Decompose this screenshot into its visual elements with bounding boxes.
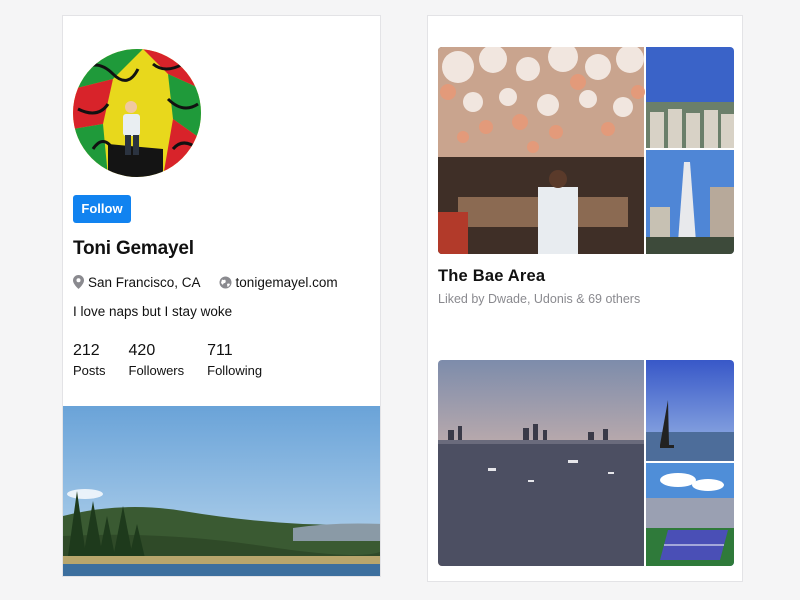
album-card: The Bae Area Liked by Dwade, Udonis & 69… [427, 15, 743, 582]
website-link[interactable]: tonigemayel.com [236, 275, 338, 290]
album-likes[interactable]: Liked by Dwade, Udonis & 69 others [438, 292, 640, 306]
stat-value: 212 [73, 342, 100, 359]
stat-posts[interactable]: 212 Posts [73, 342, 106, 378]
profile-meta: San Francisco, CA tonigemayel.com [73, 273, 338, 291]
profile-bio: I love naps but I stay woke [73, 304, 233, 319]
stat-value: 420 [128, 342, 156, 359]
cover-photo[interactable] [63, 406, 380, 576]
album-title[interactable]: The Bae Area [438, 267, 545, 286]
map-pin-icon [73, 275, 84, 289]
profile-stats: 212 Posts 420 Followers 711 Following [73, 342, 285, 378]
profile-card: Follow Toni Gemayel San Francisco, CA to… [62, 15, 381, 577]
location: San Francisco, CA [73, 275, 201, 290]
avatar[interactable] [73, 49, 201, 177]
album-collage[interactable] [438, 360, 734, 566]
website[interactable]: tonigemayel.com [219, 275, 338, 290]
stat-followers[interactable]: 420 Followers [129, 342, 185, 378]
location-text: San Francisco, CA [88, 274, 201, 290]
globe-icon [219, 276, 232, 288]
album-collage[interactable] [438, 47, 734, 254]
profile-name: Toni Gemayel [73, 238, 194, 259]
stat-label: Following [207, 363, 263, 378]
follow-button[interactable]: Follow [73, 195, 131, 223]
stat-label: Followers [128, 363, 185, 378]
stat-label: Posts [73, 363, 106, 378]
stat-value: 711 [207, 342, 233, 359]
stat-following[interactable]: 711 Following [207, 342, 262, 378]
